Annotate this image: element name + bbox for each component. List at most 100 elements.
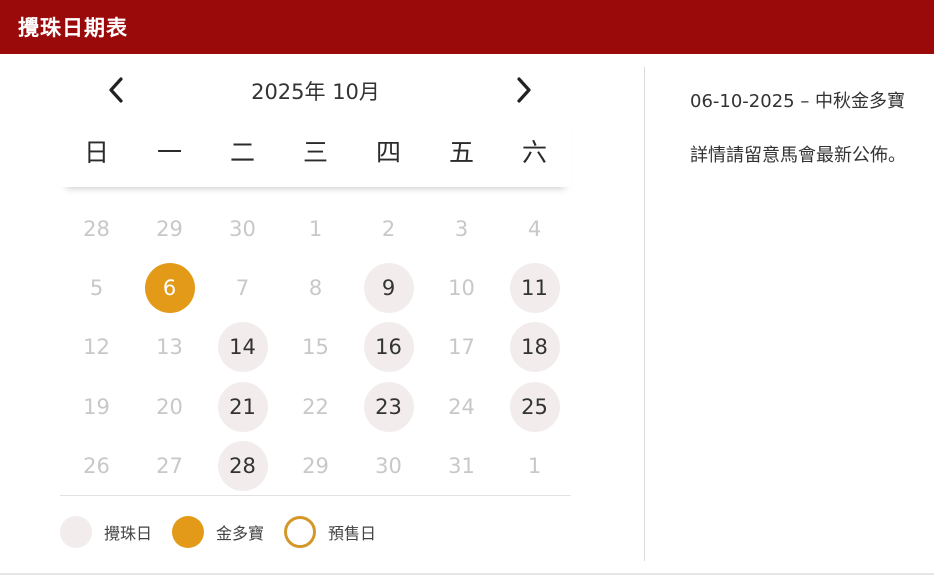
calendar-day-cell: 7 (206, 263, 279, 313)
page-header: 攪珠日期表 (0, 0, 934, 54)
calendar-day: 13 (156, 335, 183, 360)
chevron-right-icon (517, 77, 531, 103)
calendar-day-cell: 13 (133, 322, 206, 372)
calendar-divider (60, 495, 571, 496)
calendar-day-cell: 15 (279, 322, 352, 372)
weekday-tue: 二 (229, 137, 255, 167)
legend-jackpot-label: 金多寶 (216, 524, 265, 543)
draw-day[interactable]: 16 (363, 322, 414, 373)
calendar-day-cell: 22 (279, 382, 352, 432)
draw-day[interactable]: 18 (509, 322, 560, 373)
weekday-sat: 六 (521, 137, 547, 167)
page-title: 攪珠日期表 (18, 16, 128, 40)
calendar-day-cell: 26 (60, 441, 133, 491)
calendar-day-cell: 2 (352, 204, 425, 254)
calendar-day: 31 (448, 453, 475, 478)
legend-draw-label: 攪珠日 (104, 524, 153, 543)
calendar-day: 29 (302, 453, 329, 478)
calendar-grid: 28 29 30 1 2 3 4 5 6 7 8 9 10 11 12 13 14 15 16 17 18 19 20 21 2… (60, 187, 571, 495)
calendar-day-cell: 10 (425, 263, 498, 313)
weekday-sun: 日 (83, 137, 109, 167)
calendar-day-cell: 19 (60, 382, 133, 432)
calendar-day-cell: 16 (352, 322, 425, 373)
calendar-day: 22 (302, 394, 329, 419)
calendar-day-cell: 28 (60, 204, 133, 254)
calendar-day: 7 (235, 275, 250, 300)
draw-day[interactable]: 14 (217, 322, 268, 373)
calendar-day-cell: 21 (206, 381, 279, 432)
calendar-day-cell: 11 (498, 262, 571, 313)
calendar-day-cell: 9 (352, 262, 425, 313)
draw-day-swatch (60, 516, 92, 548)
legend-presale: 預售日 (284, 516, 376, 548)
calendar-day: 17 (448, 335, 475, 360)
calendar-day-cell: 29 (133, 204, 206, 254)
calendar-day-cell: 30 (352, 441, 425, 491)
calendar-day-cell: 14 (206, 322, 279, 373)
calendar-day: 3 (454, 216, 469, 241)
calendar-day-cell: 27 (133, 441, 206, 491)
calendar-day-cell: 25 (498, 381, 571, 432)
calendar-day: 4 (527, 216, 542, 241)
calendar-day: 19 (83, 394, 110, 419)
calendar-day-cell: 30 (206, 204, 279, 254)
calendar-day-cell: 1 (279, 204, 352, 254)
calendar-day-cell: 31 (425, 441, 498, 491)
calendar-week-row: 28 29 30 1 2 3 4 (60, 199, 571, 258)
calendar-day-cell: 12 (60, 322, 133, 372)
calendar-day-cell: 28 (206, 440, 279, 491)
calendar-day-cell: 3 (425, 204, 498, 254)
legend-jackpot: 金多寶 (172, 516, 264, 548)
calendar-day: 8 (308, 275, 323, 300)
draw-day[interactable]: 9 (363, 262, 414, 313)
weekday-mon: 一 (156, 137, 182, 167)
calendar-day-cell: 18 (498, 322, 571, 373)
calendar-day: 15 (302, 335, 329, 360)
draw-day[interactable]: 21 (217, 381, 268, 432)
draw-day[interactable]: 11 (509, 262, 560, 313)
legend-draw: 攪珠日 (60, 516, 152, 548)
draw-day[interactable]: 23 (363, 381, 414, 432)
calendar-day: 24 (448, 394, 475, 419)
calendar-day-cell: 17 (425, 322, 498, 372)
calendar-day: 26 (83, 453, 110, 478)
calendar-day-cell: 20 (133, 382, 206, 432)
calendar-week-row: 5 6 7 8 9 10 11 (60, 258, 571, 317)
info-jackpot-date: 06-10-2025 – 中秋金多寶 (690, 91, 906, 112)
calendar-day: 1 (308, 216, 323, 241)
calendar-day: 10 (448, 275, 475, 300)
panel-divider (644, 67, 645, 561)
calendar-day: 30 (375, 453, 402, 478)
calendar-day-cell: 5 (60, 263, 133, 313)
info-notice: 詳情請留意馬會最新公佈。 (690, 145, 906, 166)
next-month-button[interactable] (506, 72, 542, 108)
weekday-thu: 四 (375, 137, 401, 167)
calendar-day: 12 (83, 335, 110, 360)
calendar-day-cell: 1 (498, 441, 571, 491)
jackpot-day[interactable]: 6 (144, 262, 195, 313)
calendar-day-cell: 23 (352, 381, 425, 432)
month-label: 2025年 10月 (251, 80, 380, 104)
draw-day[interactable]: 28 (217, 440, 268, 491)
calendar-day: 5 (89, 275, 104, 300)
weekday-header: 日 一 二 三 四 五 六 (60, 112, 571, 187)
calendar-day: 27 (156, 453, 183, 478)
calendar-day-cell: 29 (279, 441, 352, 491)
draw-info-panel: 06-10-2025 – 中秋金多寶 詳情請留意馬會最新公佈。 (690, 88, 934, 170)
calendar-week-row: 26 27 28 29 30 31 1 (60, 436, 571, 495)
draw-calendar: 2025年 10月 日 一 二 三 四 五 六 28 29 30 1 2 3 4 5 6 7 8 9 1… (60, 68, 571, 548)
calendar-week-row: 12 13 14 15 16 17 18 (60, 318, 571, 377)
draw-day[interactable]: 25 (509, 381, 560, 432)
weekday-fri: 五 (448, 137, 474, 167)
outside-month-day: 28 (83, 216, 110, 241)
calendar-day-cell: 24 (425, 382, 498, 432)
presale-day-swatch (284, 516, 317, 548)
calendar-nav: 2025年 10月 (60, 68, 571, 112)
jackpot-day-swatch (172, 516, 205, 548)
outside-month-day: 29 (156, 216, 183, 241)
calendar-day-cell: 8 (279, 263, 352, 313)
outside-month-day: 30 (229, 216, 256, 241)
calendar-week-row: 19 20 21 22 23 24 25 (60, 377, 571, 436)
calendar-day-cell: 6 (133, 262, 206, 313)
calendar-legend: 攪珠日 金多寶 預售日 (60, 515, 396, 549)
